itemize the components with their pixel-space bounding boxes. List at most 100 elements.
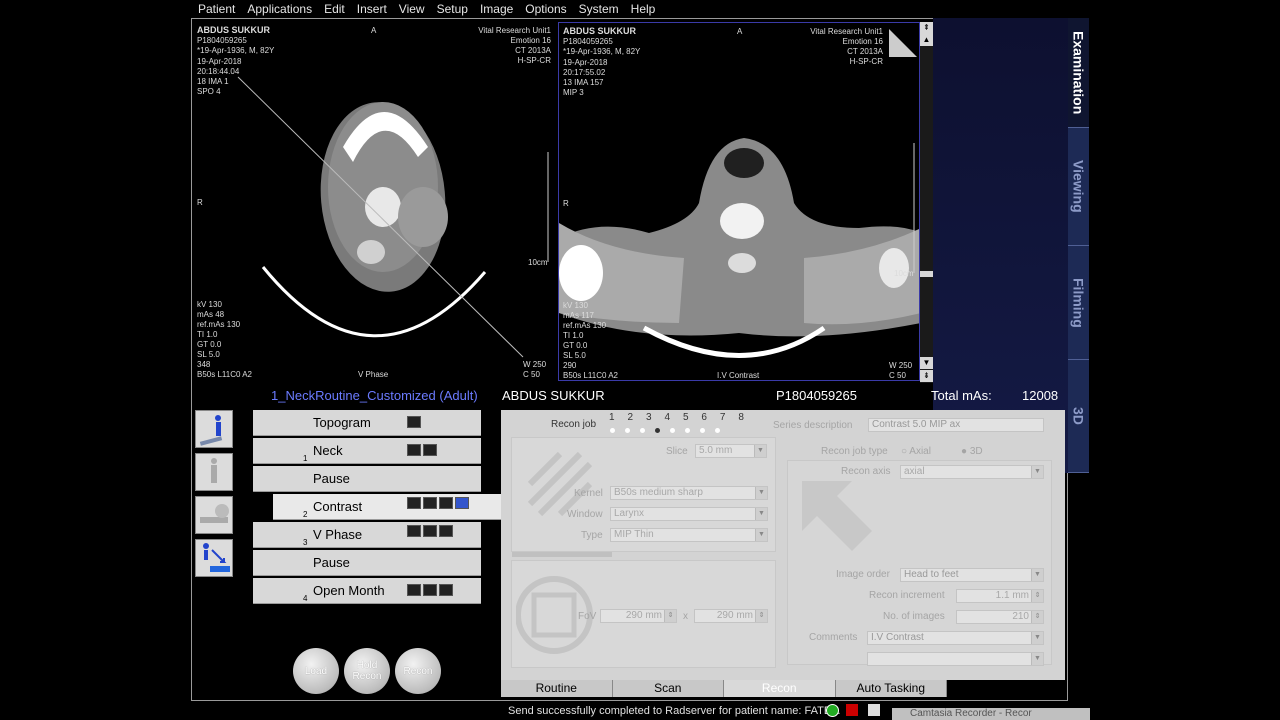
tab-3d[interactable]: 3D <box>1068 360 1089 473</box>
recon-job-6[interactable]: 6 <box>701 412 707 423</box>
tab-recon[interactable]: Recon <box>724 680 836 697</box>
protocol-row-topogram[interactable]: Topogram <box>253 410 481 436</box>
menubar: Patient Applications Edit Insert View Se… <box>191 0 1089 18</box>
no-of-images-input[interactable]: 210 ⇕ <box>956 610 1044 624</box>
thumbnail-icon <box>407 525 421 537</box>
image-number: 18 IMA 1 <box>197 77 229 86</box>
type-select[interactable]: MIP Thin ▼ <box>610 528 768 542</box>
recon-job-1[interactable]: 1 <box>609 412 615 423</box>
comments-extra-select[interactable]: ▼ <box>867 652 1044 666</box>
row-label: Topogram <box>313 415 371 430</box>
image-viewer-right[interactable]: ABDUS SUKKUR P1804059265 *19-Apr-1936, M… <box>558 22 920 381</box>
thumbnail-icon <box>407 444 421 456</box>
taskbar-camtasia-button[interactable]: Camtasia Recorder - Recor <box>892 708 1090 720</box>
recon-job-radios[interactable] <box>605 425 745 436</box>
menu-applications[interactable]: Applications <box>247 2 312 16</box>
scroll-up-button[interactable]: ▲ <box>920 34 933 46</box>
image-scrollbar[interactable]: ⇞ ▲ ▼ ⇟ <box>920 22 933 383</box>
scroll-top-button[interactable]: ⇞ <box>920 22 933 34</box>
model: CT 2013A <box>515 46 551 55</box>
tab-examination[interactable]: Examination <box>1068 18 1089 128</box>
protocol-row-v-phase[interactable]: V Phase 3 <box>253 522 481 548</box>
patient-position-icon[interactable] <box>195 410 233 448</box>
menu-image[interactable]: Image <box>480 2 513 16</box>
series-label: I.V Contrast <box>717 371 760 380</box>
scale-label: 10cm <box>528 258 548 267</box>
recon-increment-input[interactable]: 1.1 mm ⇕ <box>956 589 1044 603</box>
scroll-down-button[interactable]: ▼ <box>920 357 933 369</box>
menu-insert[interactable]: Insert <box>357 2 387 16</box>
image-order-label: Image order <box>836 569 890 580</box>
job-type-axial-radio[interactable]: ○ Axial <box>901 446 931 457</box>
recon-job-4[interactable]: 4 <box>664 412 670 423</box>
menu-patient[interactable]: Patient <box>198 2 235 16</box>
recon-job-3[interactable]: 3 <box>646 412 652 423</box>
kernel-select[interactable]: B50s medium sharp ▼ <box>610 486 768 500</box>
menu-options[interactable]: Options <box>525 2 566 16</box>
image-viewer-left[interactable]: ABDUS SUKKUR P1804059265 *19-Apr-1936, M… <box>193 22 555 381</box>
status-message: Send successfully completed to Radserver… <box>508 705 841 717</box>
window-select[interactable]: Larynx ▼ <box>610 507 768 521</box>
comments-label: Comments <box>809 632 858 643</box>
institution: Vital Research Unit1 <box>810 27 883 36</box>
series-description-input[interactable]: Contrast 5.0 MIP ax <box>868 418 1044 432</box>
study-date: 19-Apr-2018 <box>197 57 242 66</box>
param-refmas: ref.mAs 130 <box>197 320 241 329</box>
hold-recon-button[interactable]: Hold Recon <box>344 648 390 694</box>
ct-scan-image-right <box>559 29 919 358</box>
protocol-row-contrast[interactable]: Contrast 2 <box>273 494 501 520</box>
recon-job-7[interactable]: 7 <box>720 412 726 423</box>
protocol-row-neck[interactable]: Neck 1 <box>253 438 481 464</box>
type-label: Type <box>581 530 603 541</box>
station: H-SP-CR <box>849 57 883 66</box>
param-mas: mAs 117 <box>563 311 594 320</box>
recon-button[interactable]: Recon <box>395 648 441 694</box>
tab-filming[interactable]: Filming <box>1068 246 1089 360</box>
patient-id: P1804059265 <box>197 36 247 45</box>
recon-job-8[interactable]: 8 <box>738 412 744 423</box>
recon-axis-select[interactable]: axial ▼ <box>900 465 1044 479</box>
recon-panel: Recon job 1 2 3 4 5 6 7 8 Series descrip… <box>501 410 1065 680</box>
menu-edit[interactable]: Edit <box>324 2 345 16</box>
patient-transfer-icon[interactable] <box>195 539 233 577</box>
param-ti: TI 1.0 <box>563 331 584 340</box>
protocol-row-pause[interactable]: Pause <box>253 466 481 492</box>
scanner-table-icon[interactable] <box>195 496 233 534</box>
recon-job-2[interactable]: 2 <box>627 412 633 423</box>
tab-routine[interactable]: Routine <box>501 680 613 697</box>
job-type-3d-radio[interactable]: ● 3D <box>961 446 983 457</box>
total-mas-label: Total mAs: <box>931 388 992 403</box>
scroll-bottom-button[interactable]: ⇟ <box>920 370 933 382</box>
thumbnail-icon <box>407 497 421 509</box>
param-sl: SL 5.0 <box>563 351 586 360</box>
scale-label: 10cm <box>894 269 914 278</box>
image-order-select[interactable]: Head to feet ▼ <box>900 568 1044 582</box>
slice-select[interactable]: 5.0 mm ▼ <box>695 444 767 458</box>
menu-view[interactable]: View <box>399 2 425 16</box>
protocol-row-pause-2[interactable]: Pause <box>253 550 481 576</box>
scroll-thumb[interactable] <box>920 271 933 277</box>
menu-setup[interactable]: Setup <box>437 2 468 16</box>
ct-scan-image-left <box>237 76 549 358</box>
study-time: 20:18:44.04 <box>197 67 240 76</box>
patient-standing-icon[interactable] <box>195 453 233 491</box>
protocol-row-open-month[interactable]: Open Month 4 <box>253 578 481 604</box>
menu-system[interactable]: System <box>579 2 619 16</box>
comments-select[interactable]: I.V Contrast ▼ <box>867 631 1044 645</box>
menu-help[interactable]: Help <box>631 2 656 16</box>
patient-dob: *19-Apr-1936, M, 82Y <box>563 47 641 56</box>
tab-viewing[interactable]: Viewing <box>1068 128 1089 246</box>
row-number: 1 <box>303 454 308 463</box>
fov-height-input[interactable]: 290 mm ⇕ <box>694 609 768 623</box>
recon-job-5[interactable]: 5 <box>683 412 689 423</box>
tab-auto-tasking[interactable]: Auto Tasking <box>835 680 947 697</box>
fov-width-input[interactable]: 290 mm ⇕ <box>600 609 677 623</box>
patient-name-bar: ABDUS SUKKUR <box>502 388 605 403</box>
thumbnail-icon <box>439 584 453 596</box>
status-red-icon <box>846 704 858 716</box>
load-button[interactable]: Load <box>293 648 339 694</box>
study-date: 19-Apr-2018 <box>563 58 608 67</box>
window-center: C 50 <box>889 371 906 380</box>
tab-scan[interactable]: Scan <box>612 680 724 697</box>
recon-increment-label: Recon increment <box>869 590 945 601</box>
